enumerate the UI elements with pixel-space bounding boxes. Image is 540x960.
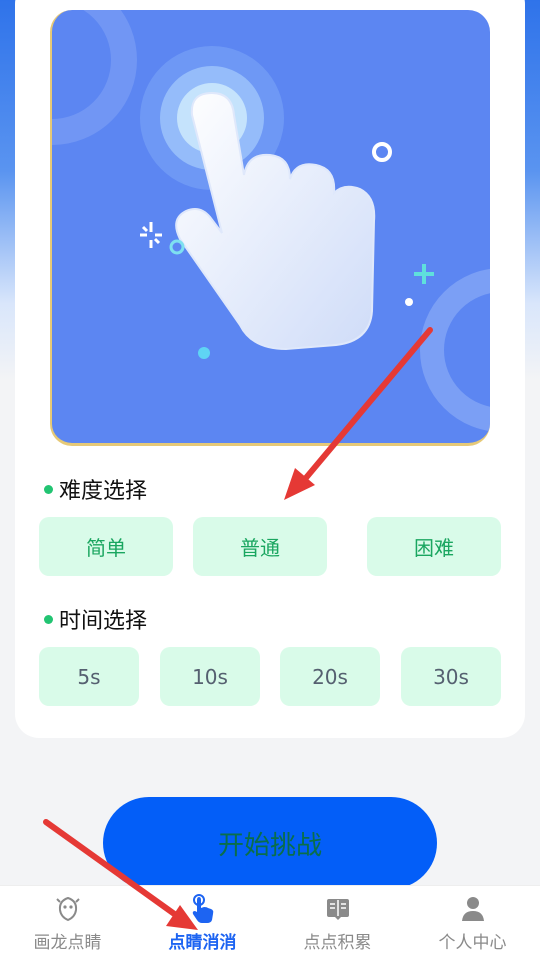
time-5s-button[interactable]: 5s	[39, 647, 139, 706]
tab-profile-label: 个人中心	[438, 933, 507, 953]
time-20s-button[interactable]: 20s	[280, 647, 380, 706]
book-icon	[326, 899, 349, 920]
dragon-icon	[55, 896, 80, 922]
bottom-tab-bar: 画龙点睛 点睛消消 点点积累 个人中心	[0, 885, 540, 960]
difficulty-title-label: 难度选择	[59, 479, 148, 504]
tab-profile[interactable]: 个人中心	[405, 886, 540, 960]
difficulty-normal-button[interactable]: 普通	[193, 517, 327, 576]
difficulty-easy-button[interactable]: 简单	[39, 517, 173, 576]
tap-illustration	[52, 10, 490, 432]
start-challenge-button[interactable]: 开始挑战	[103, 797, 437, 889]
tab-tap-match[interactable]: 点睛消消	[135, 886, 270, 960]
time-10s-button[interactable]: 10s	[160, 647, 260, 706]
tab-dragon-label: 画龙点睛	[33, 933, 102, 953]
tab-accumulate[interactable]: 点点积累	[270, 886, 405, 960]
hero-illustration	[50, 10, 490, 446]
time-section-title: 时间选择	[44, 603, 147, 635]
tab-dragon[interactable]: 画龙点睛	[0, 886, 135, 960]
time-30s-button[interactable]: 30s	[401, 647, 501, 706]
bullet-dot-icon	[44, 484, 53, 494]
difficulty-hard-button[interactable]: 困难	[367, 517, 501, 576]
tap-hand-icon	[192, 894, 213, 923]
bullet-dot-icon	[44, 614, 53, 624]
time-title-label: 时间选择	[59, 609, 148, 634]
tab-tap-match-label: 点睛消消	[168, 933, 237, 953]
person-icon	[461, 897, 484, 921]
difficulty-section-title: 难度选择	[44, 473, 147, 505]
tab-accumulate-label: 点点积累	[303, 933, 372, 953]
